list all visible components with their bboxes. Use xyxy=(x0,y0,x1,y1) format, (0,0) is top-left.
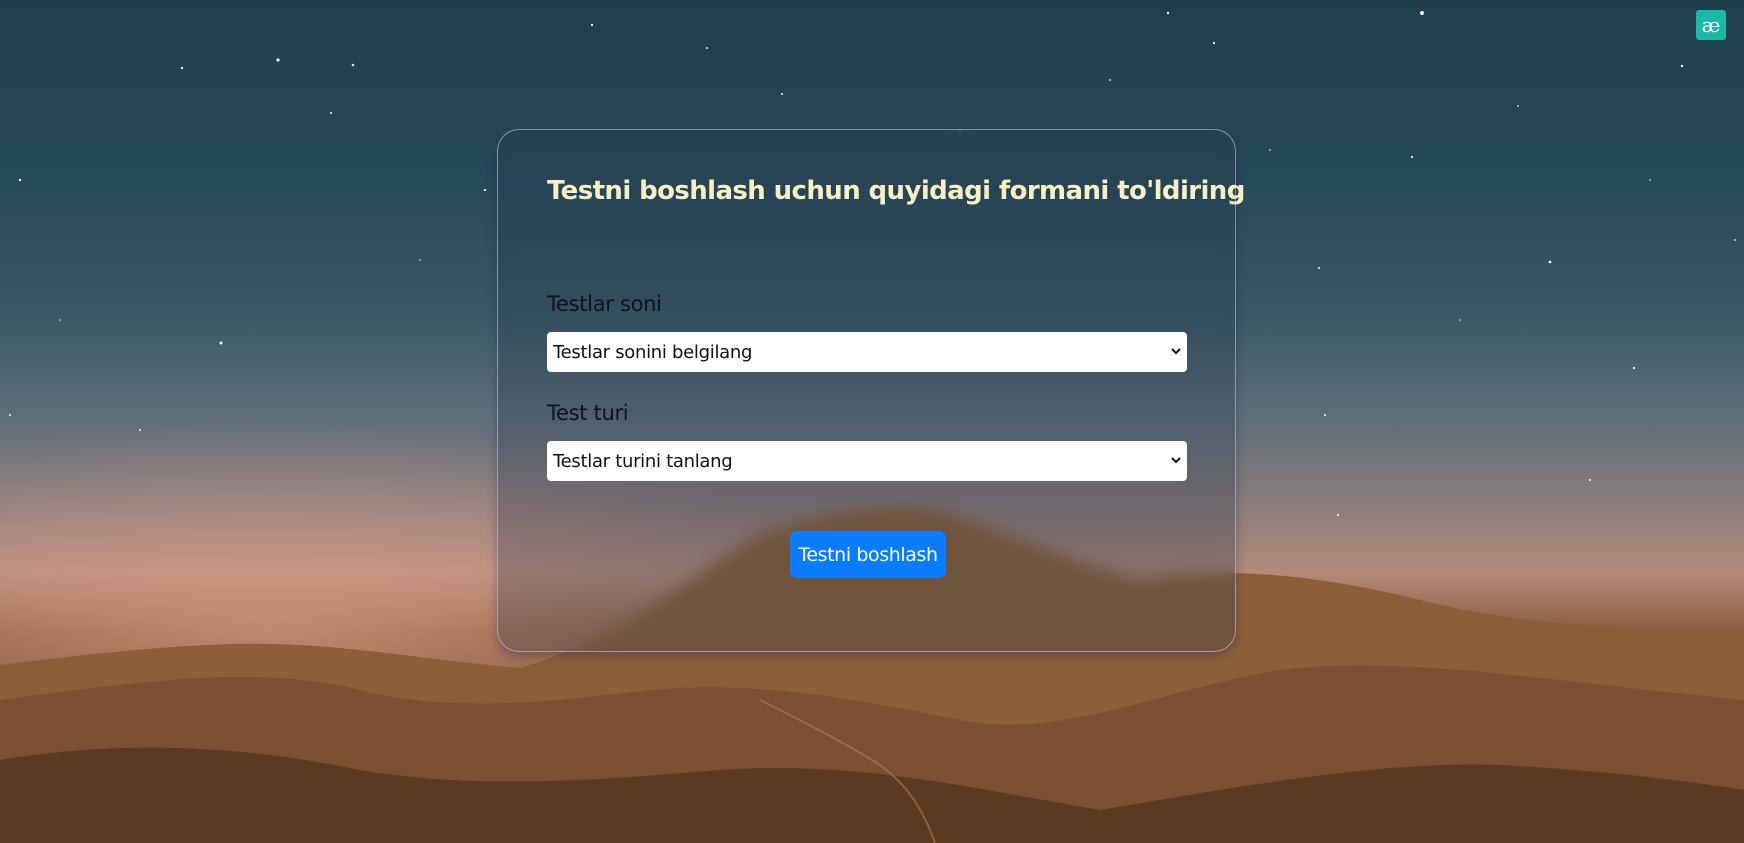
test-count-select-value: Testlar sonini belgilang xyxy=(553,341,753,363)
test-type-label: Test turi xyxy=(547,401,629,425)
test-count-label: Testlar soni xyxy=(547,292,662,316)
chevron-down-icon xyxy=(1171,348,1181,355)
start-test-form-card: Testni boshlash uchun quyidagi formani t… xyxy=(497,129,1245,652)
chevron-down-icon xyxy=(1171,457,1181,464)
logo-glyph: æ xyxy=(1701,13,1721,37)
start-test-button[interactable]: Testni boshlash xyxy=(790,531,946,578)
test-type-select[interactable]: Testlar turini tanlang xyxy=(547,441,1187,481)
form-title: Testni boshlash uchun quyidagi formani t… xyxy=(547,176,1245,206)
ae-logo-icon[interactable]: æ xyxy=(1696,10,1726,40)
background-scene: æ Testni boshlash uchun quyidagi formani… xyxy=(0,0,1744,843)
test-count-select[interactable]: Testlar sonini belgilang xyxy=(547,332,1187,372)
test-type-select-value: Testlar turini tanlang xyxy=(553,450,733,472)
